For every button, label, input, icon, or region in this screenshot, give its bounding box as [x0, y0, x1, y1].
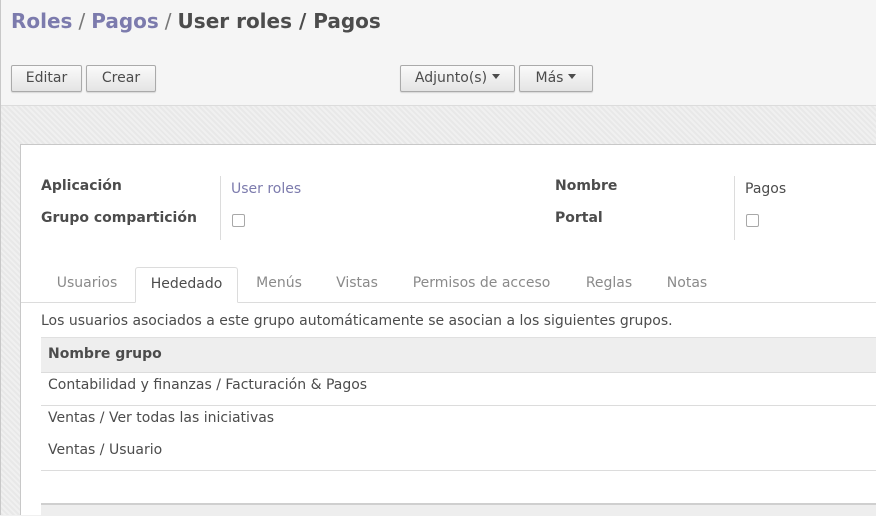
- attachments-label: Adjunto(s): [414, 70, 488, 86]
- table-row[interactable]: Ventas / Usuario: [41, 438, 876, 471]
- tab-permisos-de-acceso[interactable]: Permisos de acceso: [398, 267, 565, 302]
- tab-usuarios[interactable]: Usuarios: [41, 267, 133, 302]
- application-value-link[interactable]: User roles: [231, 181, 301, 197]
- tab-notas[interactable]: Notas: [653, 267, 721, 302]
- column-header-group-name[interactable]: Nombre grupo: [48, 346, 162, 362]
- table-header: Nombre grupo: [41, 337, 876, 373]
- group-name-cell: Contabilidad y finanzas / Facturación & …: [48, 377, 368, 393]
- group-name-cell: Ventas / Usuario: [48, 442, 163, 458]
- more-label: Más: [535, 70, 564, 86]
- edit-button[interactable]: Editar: [11, 65, 82, 92]
- table-row[interactable]: Contabilidad y finanzas / Facturación & …: [41, 373, 876, 406]
- portal-checkbox[interactable]: [746, 214, 759, 227]
- breadcrumb-current: User roles / Pagos: [177, 9, 381, 33]
- breadcrumb-roles[interactable]: Roles: [11, 9, 72, 33]
- caret-down-icon: [568, 73, 577, 79]
- tab-vistas[interactable]: Vistas: [320, 267, 394, 302]
- control-panel: Roles / Pagos / User roles / Pagos Editar Cr…: [0, 0, 876, 106]
- group-name-cell: Ventas / Ver todas las iniciativas: [48, 410, 275, 426]
- attachments-dropdown-button[interactable]: Adjunto(s): [400, 65, 515, 92]
- more-dropdown-button[interactable]: Más: [519, 65, 593, 92]
- create-button[interactable]: Crear: [86, 65, 156, 92]
- name-label: Nombre: [555, 178, 618, 194]
- application-label: Aplicación: [41, 178, 122, 194]
- portal-label: Portal: [555, 210, 603, 226]
- form-sheet: Aplicación Grupo compartición User roles…: [20, 144, 876, 516]
- table-footer: [41, 503, 876, 516]
- breadcrumb-separator: /: [78, 9, 86, 33]
- field-divider: [220, 176, 221, 240]
- share-group-label: Grupo compartición: [41, 210, 197, 226]
- name-value: Pagos: [745, 181, 787, 197]
- inherited-description: Los usuarios asociados a este grupo auto…: [41, 313, 673, 329]
- tab-menus[interactable]: Menús: [242, 267, 316, 302]
- field-divider: [734, 176, 735, 240]
- breadcrumb-pagos[interactable]: Pagos: [91, 9, 159, 33]
- caret-down-icon: [492, 73, 501, 79]
- table-row[interactable]: Ventas / Ver todas las iniciativas: [41, 406, 876, 439]
- breadcrumb: Roles / Pagos / User roles / Pagos: [11, 8, 381, 34]
- tab-reglas[interactable]: Reglas: [569, 267, 649, 302]
- tab-hededado[interactable]: Hededado: [135, 267, 238, 303]
- share-group-checkbox[interactable]: [232, 214, 245, 227]
- breadcrumb-separator: /: [164, 9, 172, 33]
